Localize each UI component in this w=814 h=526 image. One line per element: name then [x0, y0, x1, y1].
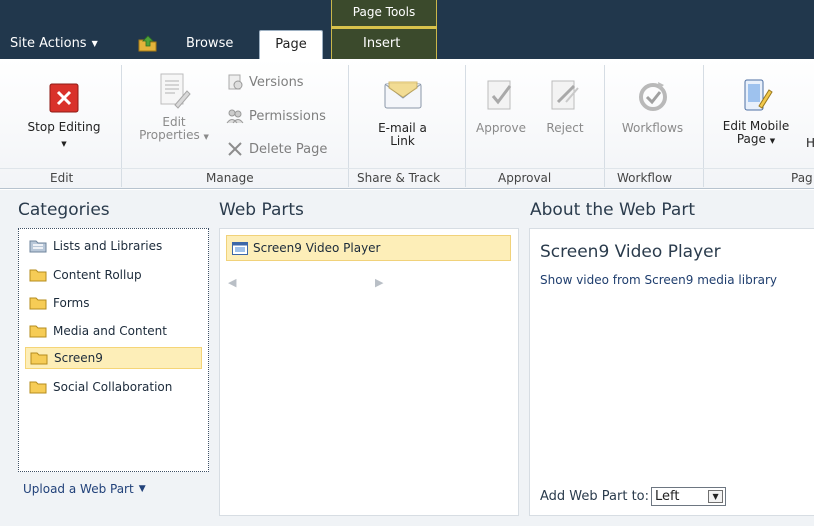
edit-mobile-page-button[interactable]: Edit Mobile Page ▼: [708, 76, 804, 148]
folder-icon: [29, 297, 47, 310]
delete-icon: [228, 142, 242, 156]
email-link-label-line2: Link: [390, 134, 415, 148]
group-label-workflow: Workflow: [617, 171, 673, 185]
add-web-part-zone-select[interactable]: Left ▼: [651, 487, 727, 506]
workflows-icon: [638, 82, 667, 111]
category-social-collaboration[interactable]: Social Collaboration: [25, 376, 202, 398]
group-label-edit: Edit: [50, 171, 74, 185]
category-label: Forms: [53, 296, 90, 310]
selected-web-part-description: Show video from Screen9 media library: [540, 273, 778, 287]
versions-label: Versions: [249, 74, 304, 90]
page-tools-accent-line: [331, 26, 437, 29]
approve-icon: [487, 80, 512, 110]
category-label: Screen9: [54, 351, 103, 365]
web-part-icon: [232, 241, 248, 255]
permissions-icon: [226, 109, 244, 124]
edit-properties-label-line2: Properties: [139, 128, 200, 142]
categories-list[interactable]: Lists and Libraries Content Rollup Forms…: [18, 228, 209, 472]
tab-insert[interactable]: Insert: [363, 36, 400, 51]
about-web-part-panel: [529, 228, 814, 516]
folder-icon: [29, 381, 47, 394]
edit-properties-label-line2-row: Properties ▼: [128, 129, 220, 144]
edit-mobile-page-label-line2: Page: [736, 132, 766, 146]
navigate-up-icon[interactable]: [137, 34, 159, 52]
chevron-down-icon: ▼: [91, 39, 98, 48]
tab-page[interactable]: Page: [259, 30, 323, 59]
category-screen9[interactable]: Screen9: [25, 347, 202, 369]
stop-editing-button[interactable]: Stop Editing ▼: [14, 78, 114, 151]
category-lists-and-libraries[interactable]: Lists and Libraries: [25, 235, 202, 257]
versions-button[interactable]: Versions: [226, 73, 304, 91]
edit-properties-button[interactable]: Edit Properties ▼: [128, 72, 220, 144]
category-media-and-content[interactable]: Media and Content: [25, 320, 202, 342]
group-label-share-track: Share & Track: [357, 171, 441, 185]
workflows-button[interactable]: Workflows: [610, 78, 695, 135]
web-part-item-screen9-video-player[interactable]: Screen9 Video Player: [226, 235, 511, 261]
category-label: Media and Content: [53, 324, 167, 338]
permissions-label: Permissions: [249, 108, 326, 124]
chevron-down-icon: ▼: [61, 140, 67, 148]
workflows-label: Workflows: [621, 121, 684, 135]
reject-button[interactable]: Reject: [534, 78, 596, 135]
delete-page-label: Delete Page: [249, 141, 328, 157]
category-forms[interactable]: Forms: [25, 292, 202, 314]
stop-editing-icon: [49, 83, 79, 113]
category-content-rollup[interactable]: Content Rollup: [25, 264, 202, 286]
previous-page-arrow-icon[interactable]: ◀: [228, 276, 240, 289]
ribbon-overflow-letter: H: [806, 136, 814, 150]
edit-properties-icon: [160, 73, 191, 109]
email-link-button[interactable]: E-mail a Link: [355, 78, 450, 148]
approve-label: Approve: [476, 121, 526, 135]
upload-web-part-link[interactable]: Upload a Web Part ▼: [23, 482, 146, 496]
selected-web-part-name: Screen9 Video Player: [540, 242, 721, 262]
web-part-label: Screen9 Video Player: [253, 241, 381, 255]
group-label-manage: Manage: [206, 171, 254, 185]
about-web-part-title: About the Web Part: [530, 200, 695, 220]
category-label: Content Rollup: [53, 268, 142, 282]
group-label-page: Pag: [791, 171, 813, 185]
web-parts-list: [219, 228, 519, 516]
approve-button[interactable]: Approve: [472, 78, 530, 135]
reject-icon: [551, 80, 579, 110]
web-parts-title: Web Parts: [219, 200, 304, 220]
folder-icon: [29, 325, 47, 338]
edit-mobile-page-icon: [744, 79, 773, 111]
email-icon: [384, 81, 421, 109]
add-web-part-to-row: Add Web Part to: Left ▼: [540, 487, 727, 506]
folder-icon: [30, 352, 48, 365]
stop-editing-label: Stop Editing: [27, 120, 101, 134]
edit-mobile-page-label-line2-row: Page ▼: [708, 133, 804, 148]
site-actions-label: Site Actions: [10, 36, 87, 51]
folder-icon: [29, 269, 47, 282]
page-tools-label: Page Tools: [352, 5, 416, 19]
category-label: Lists and Libraries: [53, 239, 163, 253]
versions-icon: [228, 74, 243, 90]
upload-web-part-label: Upload a Web Part: [23, 482, 134, 496]
group-label-approval: Approval: [498, 171, 552, 185]
tab-browse[interactable]: Browse: [186, 36, 233, 51]
permissions-button[interactable]: Permissions: [226, 107, 326, 125]
next-page-arrow-icon[interactable]: ▶: [375, 276, 387, 289]
chevron-down-icon: ▼: [138, 484, 146, 494]
reject-label: Reject: [546, 121, 584, 135]
categories-title: Categories: [18, 200, 110, 220]
site-actions-menu[interactable]: Site Actions ▼: [10, 36, 98, 51]
add-web-part-zone-value: Left: [655, 489, 680, 504]
chevron-down-icon: ▼: [769, 137, 776, 145]
folder-list-icon: [29, 240, 47, 253]
dropdown-arrow-icon[interactable]: ▼: [708, 490, 724, 503]
category-label: Social Collaboration: [53, 380, 173, 394]
delete-page-button[interactable]: Delete Page: [226, 140, 327, 158]
add-web-part-to-label: Add Web Part to:: [540, 489, 650, 504]
chevron-down-icon: ▼: [203, 133, 209, 141]
